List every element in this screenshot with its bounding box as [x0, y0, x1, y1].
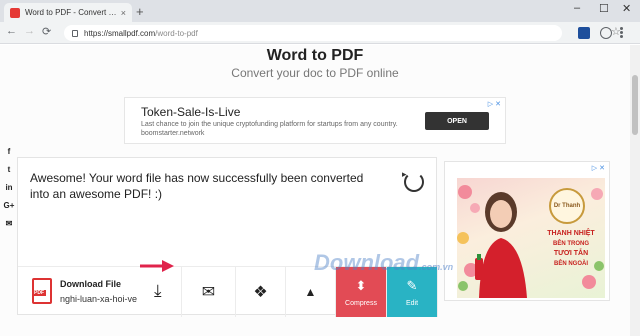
extension-icon[interactable]	[578, 27, 590, 39]
dropbox-save-button[interactable]: ❖	[236, 267, 286, 317]
tab-title: Word to PDF - Convert your DO	[25, 8, 117, 17]
success-message: Awesome! Your word file has now successf…	[30, 171, 364, 201]
pdf-file-icon: PDF	[32, 278, 52, 304]
forward-button[interactable]: →	[24, 25, 35, 37]
top-ad-banner[interactable]: Token-Sale-Is-Live Last chance to join t…	[124, 97, 506, 144]
ad-title: Token-Sale-Is-Live	[141, 105, 241, 119]
linkedin-icon[interactable]: in	[0, 178, 18, 196]
title-bar: Word to PDF - Convert your DO × + – ☐ ✕	[0, 0, 640, 22]
pdf-label: PDF	[32, 290, 46, 296]
slogan-line-3: TƯƠI TẮN	[553, 250, 589, 257]
email-icon[interactable]: ✉	[0, 214, 18, 232]
new-tab-button[interactable]: +	[136, 4, 144, 19]
google-drive-icon: ▲	[304, 285, 317, 299]
compress-label: Compress	[345, 299, 377, 307]
url-path: /word-to-pdf	[155, 28, 198, 38]
compress-icon: ⬍	[355, 277, 367, 293]
watermark-text: Download	[314, 250, 420, 275]
mail-icon: ✉	[201, 284, 216, 301]
download-title: Download File	[60, 279, 122, 289]
side-ad-banner[interactable]: Dr Thanh THANH NHIỆT BÊN TRONG TƯƠI TẮN …	[444, 161, 610, 301]
slogan-line-4: BÊN NGOÀI	[553, 261, 588, 267]
start-over-icon[interactable]	[404, 172, 424, 192]
ad-open-button[interactable]: OPEN	[425, 112, 489, 130]
maximize-button[interactable]: ☐	[599, 2, 609, 15]
download-filename: nghi-luan-xa-hoi-ve	[60, 294, 138, 304]
url-domain: https://smallpdf.com	[84, 28, 156, 38]
adchoices-icon[interactable]: ▷ ✕	[488, 100, 501, 108]
back-button[interactable]: ←	[6, 25, 17, 37]
page-scrollbar[interactable]	[630, 45, 640, 336]
tab-close-icon[interactable]: ×	[121, 8, 126, 18]
email-share-button[interactable]: ✉	[182, 267, 236, 317]
slogan-line-1: THANH NHIỆT	[547, 230, 595, 237]
brand-logo: Dr Thanh	[549, 188, 585, 224]
google-plus-icon[interactable]: G+	[0, 196, 18, 214]
watermark-suffix: .com.vn	[419, 262, 454, 272]
smallpdf-favicon-icon	[10, 7, 20, 18]
browser-tab[interactable]: Word to PDF - Convert your DO ×	[4, 3, 132, 22]
model-photo	[475, 192, 527, 298]
menu-icon[interactable]	[620, 27, 624, 39]
twitter-icon[interactable]: t	[0, 160, 18, 178]
minimize-button[interactable]: –	[574, 2, 580, 14]
pointer-arrow-icon	[140, 260, 174, 272]
edit-label: Edit	[405, 299, 419, 307]
ad-slogan: THANH NHIỆT BÊN TRONG TƯƠI TẮN BÊN NGOÀI	[540, 229, 602, 269]
address-bar[interactable]: https://smallpdf.com/word-to-pdf ☆	[64, 25, 621, 41]
lock-icon	[72, 29, 78, 37]
page-content: Word to PDF Convert your doc to PDF onli…	[0, 45, 630, 336]
dropbox-icon: ❖	[253, 284, 268, 301]
social-share-bar: f t in G+ ✉	[0, 142, 18, 232]
watermark: Download.com.vn	[314, 250, 453, 276]
ad-description: Last chance to join the unique cryptofun…	[141, 121, 398, 137]
browser-toolbar: ← → ⟳ https://smallpdf.com/word-to-pdf ☆	[0, 22, 640, 44]
download-file-button[interactable]: PDF Download File nghi-luan-xa-hoi-ve ⤓	[18, 267, 182, 317]
page-subtitle: Convert your doc to PDF online	[231, 66, 399, 80]
download-icon[interactable]: ⤓	[154, 281, 162, 301]
edit-icon: ✎	[406, 277, 418, 293]
result-card: Awesome! Your word file has now successf…	[17, 157, 438, 317]
adchoices-icon[interactable]: ▷ ✕	[592, 164, 605, 172]
profile-icon[interactable]	[600, 27, 612, 39]
page-title: Word to PDF	[266, 47, 364, 64]
close-window-button[interactable]: ✕	[622, 2, 631, 15]
facebook-icon[interactable]: f	[0, 142, 18, 160]
reload-button[interactable]: ⟳	[42, 25, 51, 38]
slogan-line-2: BÊN TRONG	[553, 241, 589, 247]
scrollbar-thumb[interactable]	[632, 75, 638, 135]
start-over-arrow-icon: ▸	[402, 169, 407, 179]
